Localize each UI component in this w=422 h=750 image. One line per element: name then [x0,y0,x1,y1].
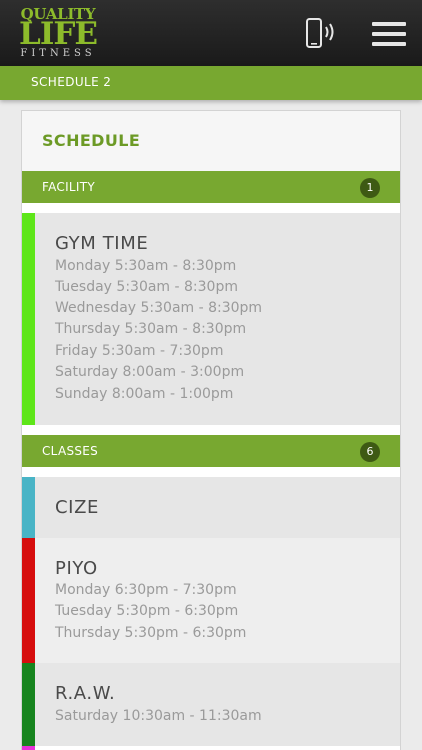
entry-color-stripe [22,663,35,746]
classes-section-label: CLASSES [42,444,99,458]
logo-line-2: LIFE [19,16,98,52]
logo-line-3: FITNESS [20,48,96,59]
entry-time-line: Thursday 5:30pm - 6:30pm [55,625,247,641]
app-header: QUALITY LIFE FITNESS [0,0,422,66]
entry-time-line: Saturday 10:30am - 11:30am [55,708,262,724]
entry-color-stripe [22,477,35,538]
facility-section-header[interactable]: FACILITY 1 [22,171,400,203]
subheader-bar: SCHEDULE 2 [0,66,422,100]
entry-time-line: Wednesday 5:30am - 8:30pm [55,300,263,316]
entry-time-line: Tuesday 5:30pm - 6:30pm [55,603,239,619]
schedule-entry-partial[interactable] [22,746,400,750]
facility-count-badge: 1 [360,178,380,198]
classes-count-badge: 6 [360,442,380,462]
entry-color-stripe [22,746,35,750]
entry-color-stripe [22,538,35,663]
card-title: SCHEDULE [42,131,141,150]
schedule-entry-piyo[interactable]: PIYO Monday 6:30pm - 7:30pm Tuesday 5:30… [22,538,400,663]
entry-time-line: Monday 5:30am - 8:30pm [55,258,237,274]
facility-section-label: FACILITY [42,180,96,194]
entry-name: R.A.W. [55,683,116,704]
entry-name: PIYO [55,558,98,579]
entry-time-line: Monday 6:30pm - 7:30pm [55,582,237,598]
schedule-entry-raw[interactable]: R.A.W. Saturday 10:30am - 11:30am [22,663,400,746]
entry-name: CIZE [55,497,99,518]
schedule-entry-gym-time[interactable]: GYM TIME Monday 5:30am - 8:30pm Tuesday … [22,213,400,425]
subheader-title: SCHEDULE 2 [31,75,112,89]
entry-time-line: Thursday 5:30am - 8:30pm [55,321,247,337]
hamburger-menu-icon[interactable] [372,22,408,46]
entry-color-stripe [22,213,35,425]
phone-vibrate-icon[interactable] [304,17,342,51]
entry-time-line: Friday 5:30am - 7:30pm [55,343,224,359]
entry-time-line: Saturday 8:00am - 3:00pm [55,364,245,380]
entry-time-line: Sunday 8:00am - 1:00pm [55,386,234,402]
schedule-entry-cize[interactable]: CIZE [22,477,400,538]
classes-section-header[interactable]: CLASSES 6 [22,435,400,467]
entry-time-line: Tuesday 5:30am - 8:30pm [55,279,238,295]
card-header: SCHEDULE [22,111,400,171]
quality-life-fitness-logo[interactable]: QUALITY LIFE FITNESS [14,6,106,60]
schedule-card: SCHEDULE FACILITY 1 GYM TIME Monday 5:30… [21,110,401,750]
entry-name: GYM TIME [55,233,149,254]
